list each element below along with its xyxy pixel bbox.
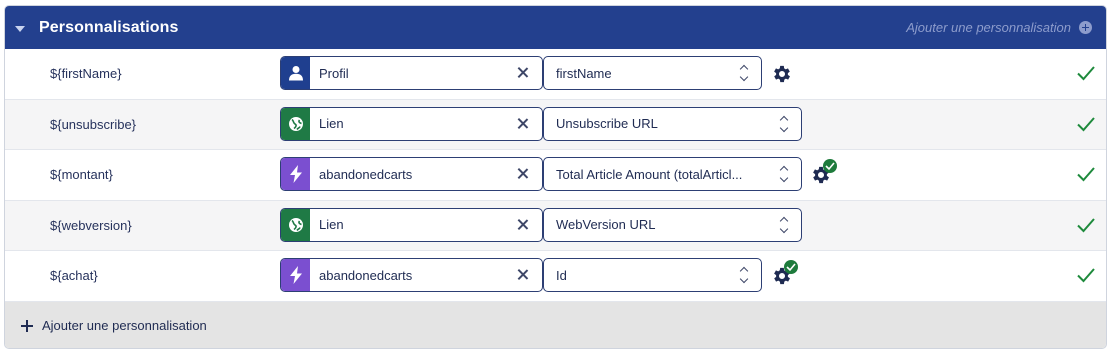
configured-check-icon bbox=[784, 260, 798, 274]
plus-icon bbox=[21, 319, 34, 332]
personalization-row: ${unsubscribe} Lien Unsubscribe URL bbox=[5, 99, 1106, 150]
personalizations-panel: Personnalisations Ajouter une personnali… bbox=[4, 5, 1107, 349]
clear-source-icon[interactable] bbox=[512, 113, 534, 135]
add-personalization-label: Ajouter une personnalisation bbox=[42, 318, 207, 333]
clear-source-icon[interactable] bbox=[512, 264, 534, 286]
panel-title: Personnalisations bbox=[39, 18, 179, 36]
user-icon bbox=[281, 57, 310, 89]
valid-check-icon bbox=[1077, 116, 1095, 131]
valid-check-icon bbox=[1077, 268, 1095, 283]
gear-icon[interactable] bbox=[771, 63, 795, 87]
field-select-value: Total Article Amount (totalArticl... bbox=[556, 166, 743, 182]
personalization-row: ${firstName} Profil firstName bbox=[5, 49, 1106, 100]
select-arrows-icon bbox=[773, 163, 795, 185]
valid-check-icon bbox=[1077, 217, 1095, 232]
globe-icon bbox=[281, 107, 310, 140]
valid-check-icon bbox=[1077, 167, 1095, 182]
source-select[interactable]: Profil bbox=[280, 56, 543, 90]
field-select[interactable]: Total Article Amount (totalArticl... bbox=[543, 157, 802, 191]
field-select-value: Unsubscribe URL bbox=[556, 116, 658, 131]
source-label: Lien bbox=[319, 116, 344, 131]
select-arrows-icon bbox=[773, 214, 795, 236]
source-select[interactable]: abandonedcarts bbox=[280, 157, 543, 191]
gear-configured-icon[interactable] bbox=[810, 159, 837, 188]
panel-header[interactable]: Personnalisations Ajouter une personnali… bbox=[5, 6, 1106, 49]
clear-source-icon[interactable] bbox=[512, 163, 534, 185]
clear-source-icon[interactable] bbox=[512, 62, 534, 84]
add-personalization-header-label: Ajouter une personnalisation bbox=[906, 20, 1071, 35]
clear-source-icon[interactable] bbox=[512, 214, 534, 236]
plus-circle-icon bbox=[1079, 21, 1092, 34]
source-label: abandonedcarts bbox=[319, 166, 413, 182]
variable-name: ${montant} bbox=[50, 167, 113, 182]
field-select[interactable]: firstName bbox=[543, 56, 762, 90]
add-personalization-button[interactable]: Ajouter une personnalisation bbox=[5, 301, 1106, 348]
source-select[interactable]: Lien bbox=[280, 106, 543, 141]
select-arrows-icon bbox=[733, 62, 755, 84]
field-select-value: WebVersion URL bbox=[556, 217, 656, 232]
gear-configured-icon[interactable] bbox=[771, 260, 798, 289]
personalization-row: ${webversion} Lien WebVersion URL bbox=[5, 200, 1106, 251]
source-select[interactable]: abandonedcarts bbox=[280, 258, 543, 292]
personalization-row: ${montant} abandonedcarts Total Article … bbox=[5, 150, 1106, 201]
source-select[interactable]: Lien bbox=[280, 207, 543, 242]
variable-name: ${firstName} bbox=[50, 66, 122, 81]
select-arrows-icon bbox=[733, 264, 755, 286]
source-label: abandonedcarts bbox=[319, 267, 413, 283]
variable-name: ${achat} bbox=[50, 268, 98, 283]
variable-name: ${unsubscribe} bbox=[50, 116, 137, 132]
collapse-caret-icon[interactable] bbox=[15, 25, 25, 32]
personalization-row: ${achat} abandonedcarts Id bbox=[5, 251, 1106, 302]
field-select-value: firstName bbox=[556, 65, 612, 81]
field-select-value: Id bbox=[556, 267, 567, 283]
variable-name: ${webversion} bbox=[50, 217, 132, 233]
configured-check-icon bbox=[823, 159, 837, 173]
select-arrows-icon bbox=[773, 113, 795, 135]
field-select[interactable]: Unsubscribe URL bbox=[543, 106, 802, 141]
field-select[interactable]: Id bbox=[543, 258, 762, 292]
add-personalization-header-button[interactable]: Ajouter une personnalisation bbox=[906, 20, 1092, 35]
valid-check-icon bbox=[1077, 66, 1095, 81]
field-select[interactable]: WebVersion URL bbox=[543, 207, 802, 242]
globe-icon bbox=[281, 208, 310, 241]
lightning-icon bbox=[281, 259, 310, 291]
lightning-icon bbox=[281, 158, 310, 190]
source-label: Profil bbox=[319, 65, 349, 81]
source-label: Lien bbox=[319, 217, 344, 232]
